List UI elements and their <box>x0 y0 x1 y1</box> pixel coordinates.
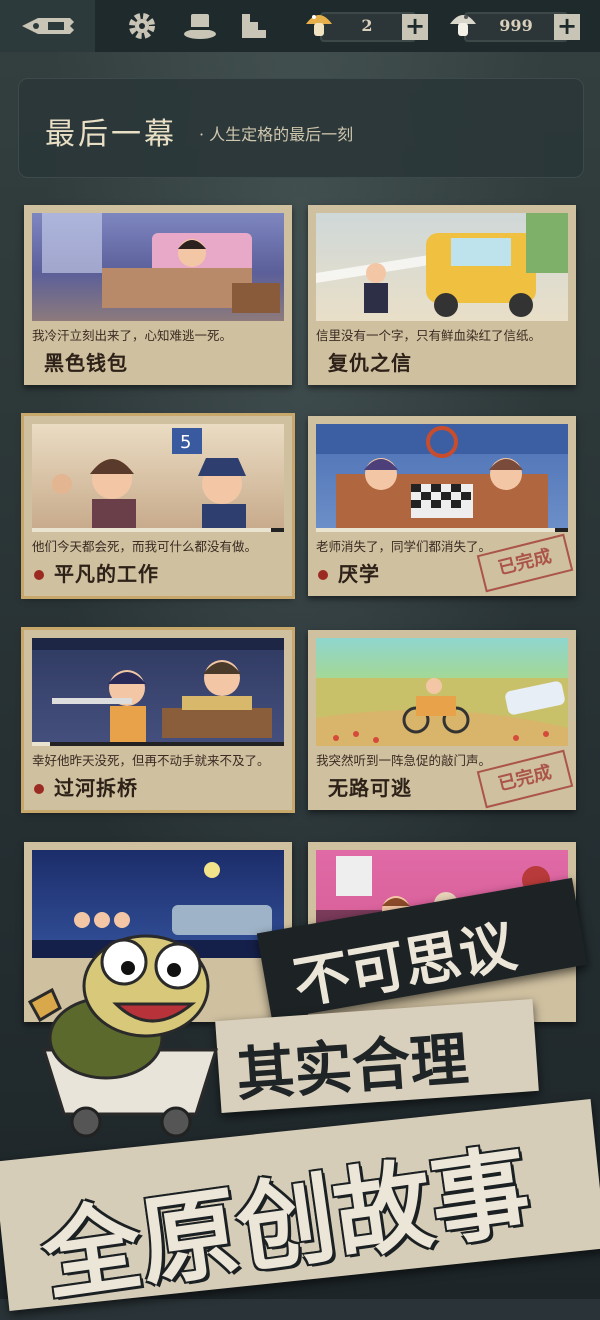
promo-overlay: 不可思议 其实合理 全原创故事 <box>0 0 600 1315</box>
turtle-mascot-icon <box>27 934 219 1138</box>
promo-line-2: 其实合理 <box>234 1024 471 1109</box>
